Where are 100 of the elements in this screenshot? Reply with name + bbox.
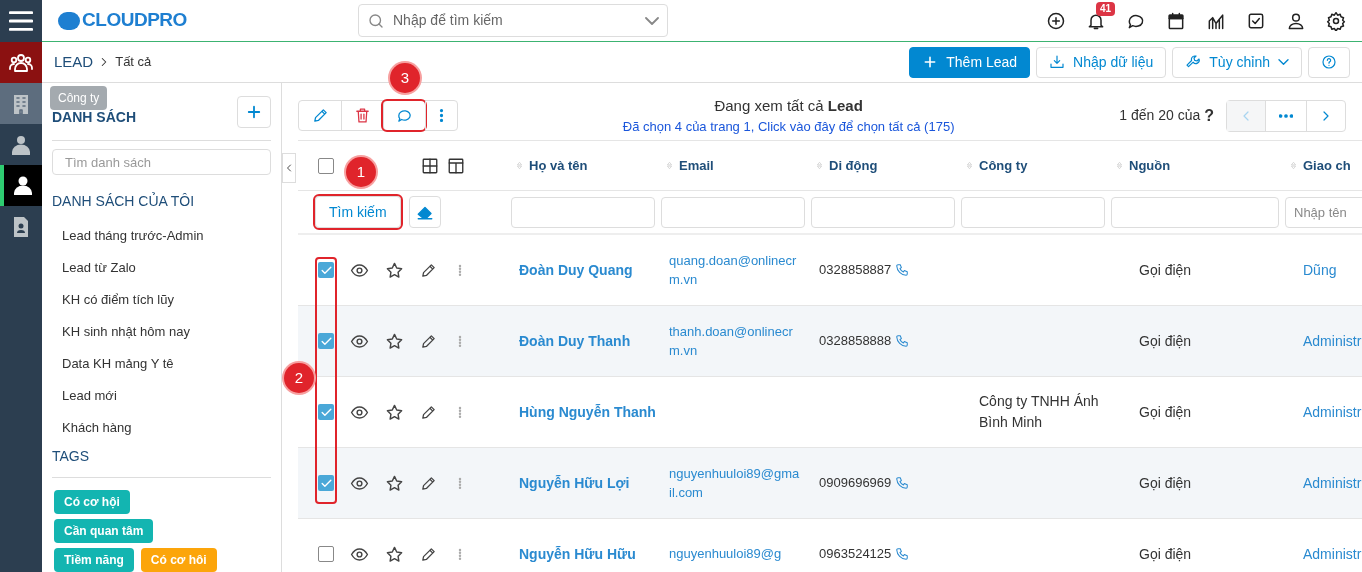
assignee-link[interactable]: Administr (1293, 401, 1362, 423)
column-header[interactable]: Công ty (979, 155, 1028, 176)
assignee-link[interactable]: Administr (1293, 330, 1362, 352)
table-cell-text: Công ty TNHH Ánh Bình Minh (978, 392, 1100, 432)
edit-icon[interactable] (420, 403, 437, 421)
email-link[interactable]: quang.doan@onlinecrm.vn (669, 250, 811, 290)
list-item[interactable]: Data KH mảng Y tê (52, 348, 271, 380)
assignee-link[interactable]: Dũng (1293, 259, 1337, 281)
edit-icon[interactable] (420, 332, 437, 350)
filter-field[interactable]: Nhập tên (1285, 196, 1362, 228)
list-item[interactable]: Lead mới (52, 380, 271, 412)
email-link[interactable]: thanh.doan@onlinecrm.vn (669, 321, 811, 361)
search-field[interactable]: Nhập để tìm kiếm (358, 4, 668, 37)
tag[interactable]: Tiềm năng (54, 548, 134, 572)
phone-icon[interactable] (895, 263, 910, 277)
list-item[interactable]: KH có điểm tích lũy (52, 284, 271, 316)
section-title: DANH SÁCH (52, 108, 136, 127)
star-icon[interactable] (385, 260, 404, 280)
breadcrumb-module[interactable]: LEAD (54, 50, 94, 74)
help-icon (1321, 54, 1337, 70)
star-icon[interactable] (385, 473, 404, 493)
cloud-logo-icon (58, 11, 80, 30)
add-list-button[interactable] (237, 96, 271, 128)
plus-icon (245, 103, 263, 121)
view-title: Đang xem tất cả Lead (714, 95, 863, 116)
rail-item[interactable] (0, 165, 42, 206)
phone-cell-text: 0328858887 (819, 261, 892, 280)
edit-icon (311, 107, 329, 124)
email-link[interactable]: nguyenhuuloi89@g (669, 544, 792, 564)
trash-icon (354, 107, 371, 124)
lead-name-link[interactable]: Hùng Nguyễn Thanh (519, 401, 656, 423)
list-item[interactable]: Lead tháng trước-Admin (52, 220, 271, 252)
column-header[interactable]: Nguồn (1129, 155, 1171, 176)
settings-icon[interactable] (1326, 10, 1346, 31)
checkbox[interactable] (318, 404, 334, 420)
email-link[interactable]: nguyenhuuloi89@gmail.com (669, 463, 811, 503)
lead-name-link[interactable]: Đoàn Duy Quang (519, 259, 633, 281)
checkbox[interactable] (318, 333, 334, 349)
checkbox[interactable] (318, 475, 334, 491)
checkbox[interactable] (318, 262, 334, 278)
download-icon (1049, 54, 1066, 70)
clear-filter-button[interactable] (408, 196, 441, 228)
filter-field[interactable] (811, 196, 955, 228)
select-all-link[interactable]: Đã chọn 4 của trang 1, Click vào đây để chọn tất cả (175) (622, 117, 955, 137)
column-header[interactable]: Di động (829, 155, 878, 176)
tag[interactable]: Cần quan tâm (54, 519, 154, 543)
list-item[interactable]: Khách hàng (52, 412, 271, 444)
table-cell-text: Gọi điện (1138, 473, 1192, 493)
page-menu-button[interactable] (1265, 100, 1307, 131)
phone-icon[interactable] (895, 334, 910, 348)
search-field[interactable]: Tìm danh sách (52, 149, 271, 175)
edit-icon[interactable] (420, 261, 437, 279)
wrench-icon (1185, 54, 1202, 70)
table-cell-text: Gọi điện (1138, 260, 1192, 280)
phone-icon[interactable] (895, 476, 910, 490)
star-icon[interactable] (385, 331, 404, 351)
assignee-link[interactable]: Administr (1293, 472, 1362, 494)
checkbox[interactable] (318, 157, 334, 174)
menu-icon (9, 11, 33, 31)
callout-badge: 3 (390, 63, 420, 93)
filter-field[interactable] (511, 196, 655, 228)
action-button[interactable]: Nhập dữ liệu (1036, 46, 1167, 78)
filter-field[interactable] (661, 196, 805, 228)
column-header[interactable]: Giao ch (1303, 155, 1351, 176)
lead-name-link[interactable]: Nguyễn Hữu Lợi (519, 472, 630, 494)
edit-icon[interactable] (420, 474, 437, 492)
calendar-icon[interactable] (1166, 10, 1186, 31)
breadcrumb-current: Tất cả (115, 53, 152, 72)
list-item[interactable]: Lead từ Zalo (52, 252, 271, 284)
columns-icon[interactable] (447, 156, 465, 175)
tag[interactable]: Có cơ hội (54, 490, 130, 514)
phone-icon[interactable] (895, 547, 910, 561)
edit-icon[interactable] (420, 545, 437, 563)
callout-badge: 2 (284, 363, 314, 393)
table-cell-text: Gọi điện (1138, 402, 1192, 422)
action-button[interactable]: Tùy chỉnh (1172, 46, 1302, 78)
filter-field[interactable] (961, 196, 1105, 228)
help-mark[interactable]: ? (1204, 103, 1214, 128)
column-header[interactable]: Họ và tên (529, 155, 588, 176)
collapse-button[interactable] (282, 153, 296, 183)
filter-field[interactable] (1111, 196, 1279, 228)
lead-name-link[interactable]: Đoàn Duy Thanh (519, 330, 631, 352)
star-icon[interactable] (385, 402, 404, 422)
action-button[interactable]: Thêm Lead (909, 46, 1031, 78)
tooltip: Công ty (50, 86, 108, 110)
chat-icon (396, 107, 413, 124)
column-header[interactable]: Email (679, 155, 714, 176)
phone-cell-text: 0328858888 (819, 332, 892, 351)
list-item[interactable]: KH sinh nhật hôm nay (52, 316, 271, 348)
help-button[interactable] (1308, 46, 1350, 78)
star-icon[interactable] (385, 544, 404, 564)
lead-name-link[interactable]: Nguyễn Hữu Hữu (519, 543, 636, 565)
grid-icon[interactable] (421, 156, 439, 175)
phone-cell-text: 0909696969 (819, 474, 892, 493)
notification-badge: 41 (1096, 1, 1116, 16)
plus-circle-icon[interactable] (1046, 10, 1066, 31)
search-icon (367, 11, 385, 30)
assignee-link[interactable]: Administr (1293, 543, 1362, 565)
rail-item[interactable] (0, 42, 42, 83)
checkbox[interactable] (318, 546, 334, 562)
